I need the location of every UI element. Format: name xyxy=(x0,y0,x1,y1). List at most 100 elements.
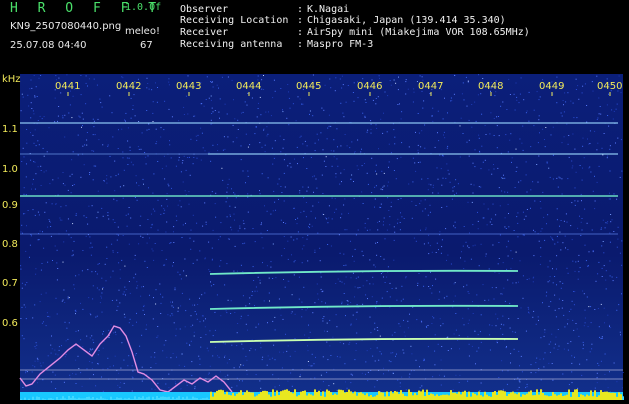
noise-dot xyxy=(247,193,248,194)
noise-dot xyxy=(567,343,568,344)
noise-dot xyxy=(308,187,309,188)
noise-dot xyxy=(35,215,36,216)
noise-dot xyxy=(364,116,365,117)
noise-dot xyxy=(35,346,36,347)
baseline-bar xyxy=(602,392,604,400)
noise-dot xyxy=(175,289,176,290)
noise-dot xyxy=(275,329,276,330)
noise-dot xyxy=(287,381,288,382)
noise-dot xyxy=(176,220,177,221)
noise-dot xyxy=(572,261,573,262)
noise-dot xyxy=(387,95,388,96)
noise-dot xyxy=(249,350,250,351)
noise-dot xyxy=(609,261,610,262)
noise-dot xyxy=(95,166,96,167)
noise-dot xyxy=(462,318,463,319)
noise-dot xyxy=(35,268,36,269)
noise-dot xyxy=(178,205,179,206)
noise-dot xyxy=(194,388,195,389)
axis-unit-label: kHz xyxy=(2,75,21,85)
noise-dot xyxy=(385,92,386,93)
noise-dot xyxy=(317,293,318,294)
noise-dot xyxy=(57,250,58,251)
noise-dot xyxy=(582,92,583,93)
noise-dot xyxy=(220,98,221,99)
baseline-bar xyxy=(244,392,246,400)
noise-dot xyxy=(279,179,280,180)
noise-dot xyxy=(73,254,74,255)
noise-dot xyxy=(89,174,90,175)
noise-dot xyxy=(210,366,211,367)
noise-dot xyxy=(555,310,556,311)
noise-dot xyxy=(454,194,455,195)
noise-dot xyxy=(318,299,319,300)
noise-dot xyxy=(68,297,69,298)
baseline-bar xyxy=(530,390,532,400)
noise-dot xyxy=(492,245,493,246)
noise-dot xyxy=(193,263,194,264)
noise-dot xyxy=(253,228,254,229)
noise-dot xyxy=(65,356,66,357)
noise-dot xyxy=(420,146,421,147)
noise-dot xyxy=(582,86,583,87)
noise-dot xyxy=(468,323,469,324)
noise-dot xyxy=(474,330,475,331)
noise-dot xyxy=(49,219,50,220)
noise-dot xyxy=(35,97,36,98)
noise-dot xyxy=(64,382,65,383)
noise-dot xyxy=(173,262,174,263)
noise-dot xyxy=(318,139,319,140)
noise-dot xyxy=(299,190,300,191)
noise-dot xyxy=(510,133,511,134)
noise-dot xyxy=(252,291,253,292)
noise-dot xyxy=(82,113,83,114)
noise-dot xyxy=(117,385,118,386)
noise-dot xyxy=(582,218,583,219)
noise-dot xyxy=(235,207,236,208)
noise-dot xyxy=(617,138,618,139)
noise-dot xyxy=(519,380,520,381)
noise-dot xyxy=(359,287,360,288)
noise-dot xyxy=(228,238,229,239)
noise-dot xyxy=(256,327,257,328)
noise-dot xyxy=(610,145,611,146)
noise-dot xyxy=(37,359,38,360)
noise-dot xyxy=(24,156,25,157)
noise-dot xyxy=(75,310,76,311)
noise-dot xyxy=(473,193,474,194)
noise-dot xyxy=(89,172,90,173)
noise-dot xyxy=(143,378,144,379)
noise-dot xyxy=(537,91,538,92)
noise-dot xyxy=(32,365,33,366)
noise-dot xyxy=(281,255,282,256)
noise-dot xyxy=(556,102,557,103)
noise-dot xyxy=(247,330,248,331)
noise-dot xyxy=(577,85,578,86)
noise-dot xyxy=(497,318,498,319)
noise-dot xyxy=(135,355,136,356)
noise-dot xyxy=(549,306,550,307)
noise-dot xyxy=(234,214,235,215)
noise-dot xyxy=(83,119,84,120)
noise-dot xyxy=(376,124,377,125)
noise-dot xyxy=(282,111,283,112)
noise-dot xyxy=(184,366,185,367)
noise-dot xyxy=(166,222,167,223)
version-label: 1.0.0f xyxy=(125,3,161,13)
noise-dot xyxy=(377,380,378,381)
noise-dot xyxy=(87,269,88,270)
noise-dot xyxy=(56,262,57,263)
noise-dot xyxy=(499,258,500,259)
noise-dot xyxy=(601,338,602,339)
noise-dot xyxy=(152,224,153,225)
noise-dot xyxy=(420,387,421,388)
noise-dot xyxy=(66,74,67,75)
noise-dot xyxy=(358,169,359,170)
noise-dot xyxy=(518,182,519,183)
noise-dot xyxy=(247,197,248,198)
noise-dot xyxy=(552,380,553,381)
noise-dot xyxy=(159,284,160,285)
noise-dot xyxy=(377,327,378,328)
noise-dot xyxy=(89,361,90,362)
noise-dot xyxy=(311,211,312,212)
